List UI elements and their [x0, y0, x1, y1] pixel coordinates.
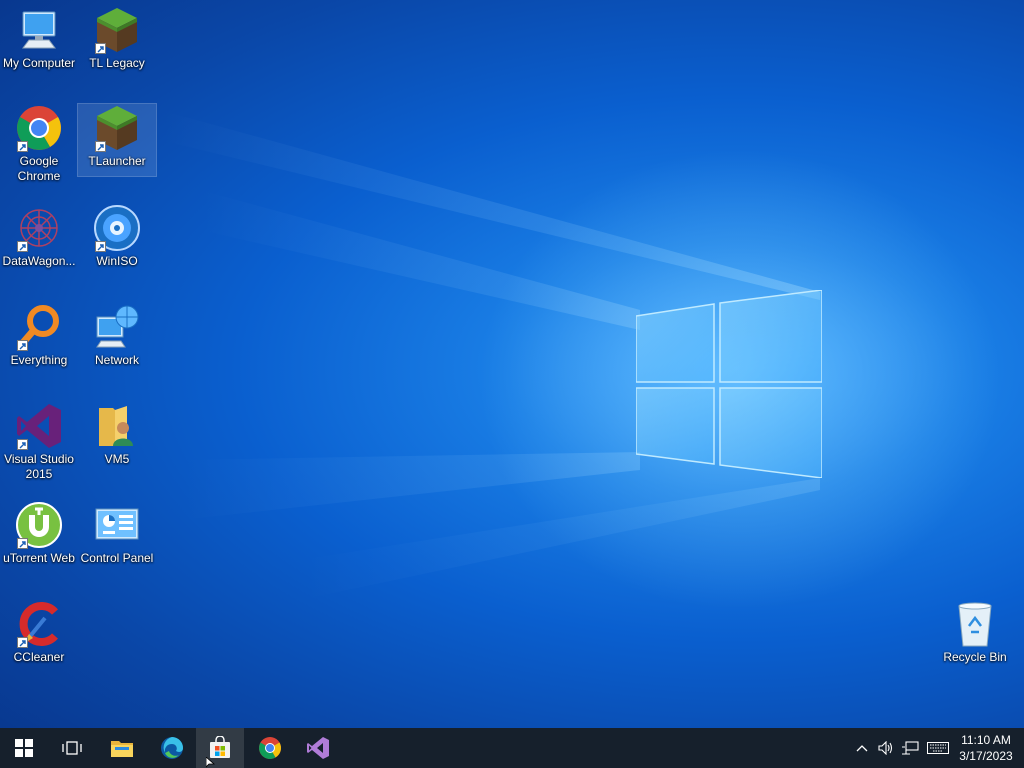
- desktop-icon-network[interactable]: Network: [78, 303, 156, 368]
- desktop-icon-google-chrome[interactable]: Google Chrome: [0, 104, 78, 184]
- store-button[interactable]: [196, 728, 244, 768]
- keyboard-icon[interactable]: [926, 738, 950, 758]
- datawagon-icon: [15, 204, 63, 252]
- desktop-icon-label: Control Panel: [80, 551, 154, 565]
- visual-studio-button[interactable]: [294, 728, 342, 768]
- desktop-icon-datawagon[interactable]: DataWagon...: [0, 204, 78, 269]
- shortcut-arrow-icon: [17, 439, 28, 450]
- desktop-icon-label: Recycle Bin: [943, 650, 1007, 664]
- desktop-icon-my-computer[interactable]: My Computer: [0, 6, 78, 71]
- desktop-icon-label: uTorrent Web: [3, 551, 75, 565]
- desktop-icon-label: TLauncher: [88, 154, 146, 168]
- folder-icon: [111, 741, 133, 757]
- desktop-icon-everything[interactable]: Everything: [0, 303, 78, 368]
- grass-block-icon: [93, 6, 141, 54]
- recycle-bin-icon: [951, 600, 999, 648]
- ccleaner-icon: [15, 600, 63, 648]
- shortcut-arrow-icon: [17, 141, 28, 152]
- edge-icon: [161, 737, 183, 759]
- desktop-icon-label: Network: [94, 353, 139, 367]
- clock-time: 11:10 AM: [961, 733, 1011, 747]
- computer-icon: [15, 6, 63, 54]
- task-view-button[interactable]: [48, 728, 96, 768]
- desktop-icon-ccleaner[interactable]: CCleaner: [0, 600, 78, 665]
- desktop: My Computer Google Chrome DataWagon... E…: [0, 0, 1024, 728]
- visual-studio-icon: [15, 402, 63, 450]
- desktop-icon-vm5[interactable]: VM5: [78, 402, 156, 467]
- desktop-icon-label: WinISO: [96, 254, 138, 268]
- grass-block-icon: [93, 104, 141, 152]
- mouse-cursor-icon: [206, 757, 216, 768]
- chrome-button[interactable]: [246, 728, 294, 768]
- control-panel-icon: [93, 501, 141, 549]
- shortcut-arrow-icon: [17, 538, 28, 549]
- desktop-icon-label: TL Legacy: [89, 56, 145, 70]
- network-globe-icon: [93, 303, 141, 351]
- task-view-icon: [62, 741, 82, 755]
- desktop-icon-label: Visual Studio 2015: [4, 452, 74, 481]
- shortcut-arrow-icon: [95, 141, 106, 152]
- disc-icon: [93, 204, 141, 252]
- desktop-icon-visual-studio[interactable]: Visual Studio 2015: [0, 402, 78, 482]
- taskbar: 11:10 AM 3/17/2023: [0, 728, 1024, 768]
- desktop-icon-utorrent[interactable]: uTorrent Web: [0, 501, 78, 566]
- desktop-icon-label: Everything: [10, 353, 68, 367]
- utorrent-icon: [15, 501, 63, 549]
- shortcut-arrow-icon: [95, 43, 106, 54]
- desktop-icon-label: DataWagon...: [2, 254, 76, 268]
- desktop-icon-tlauncher[interactable]: TLauncher: [77, 103, 157, 177]
- network-icon[interactable]: [900, 738, 920, 758]
- shortcut-arrow-icon: [17, 241, 28, 252]
- desktop-icon-recycle-bin[interactable]: Recycle Bin: [936, 600, 1014, 665]
- user-folder-icon: [93, 402, 141, 450]
- shortcut-arrow-icon: [95, 241, 106, 252]
- desktop-icon-label: Google Chrome: [17, 154, 61, 183]
- desktop-icon-tl-legacy[interactable]: TL Legacy: [78, 6, 156, 71]
- shortcut-arrow-icon: [17, 340, 28, 351]
- file-explorer-button[interactable]: [98, 728, 146, 768]
- clock-date: 3/17/2023: [959, 749, 1013, 763]
- windows-logo-icon: [15, 739, 33, 757]
- chrome-icon: [15, 104, 63, 152]
- desktop-icon-label: My Computer: [2, 56, 76, 70]
- shortcut-arrow-icon: [17, 637, 28, 648]
- visual-studio-icon: [307, 737, 329, 759]
- start-button[interactable]: [0, 728, 48, 768]
- chrome-icon: [259, 737, 281, 759]
- desktop-icon-label: VM5: [104, 452, 130, 466]
- desktop-icon-winiso[interactable]: WinISO: [78, 204, 156, 269]
- system-clock[interactable]: 11:10 AM 3/17/2023: [952, 732, 1020, 764]
- edge-button[interactable]: [148, 728, 196, 768]
- chevron-up-icon[interactable]: [852, 738, 872, 758]
- desktop-icon-label: CCleaner: [13, 650, 65, 664]
- desktop-icon-control-panel[interactable]: Control Panel: [78, 501, 156, 566]
- magnifier-icon: [15, 303, 63, 351]
- speaker-icon[interactable]: [876, 738, 896, 758]
